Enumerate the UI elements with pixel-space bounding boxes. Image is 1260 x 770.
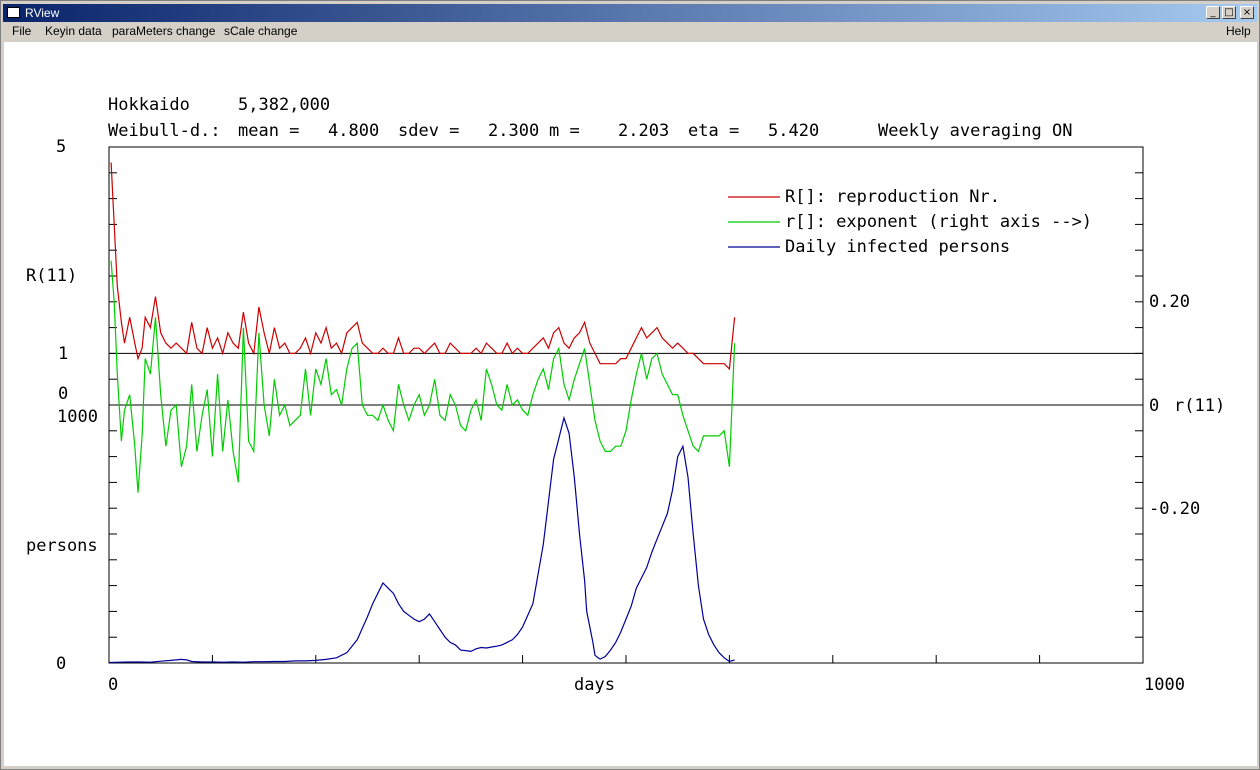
weibull-label: Weibull-d.:	[108, 121, 221, 141]
sdev-label: sdev =	[398, 121, 459, 141]
app-icon	[7, 7, 20, 18]
r-tick-0: 0	[58, 384, 68, 404]
population-value: 5,382,000	[238, 95, 330, 115]
menu-parameters-change[interactable]: paraMeters change	[112, 24, 215, 38]
eta-label: eta =	[688, 121, 739, 141]
legend-label-reproduction: R[]: reproduction Nr.	[785, 187, 1000, 207]
maximize-button[interactable]: □	[1222, 6, 1236, 19]
menu-file[interactable]: File	[12, 24, 31, 38]
r-tick-1: 1	[58, 344, 68, 364]
series-line-infected	[108, 415, 735, 664]
persons-axis-label: persons	[26, 536, 98, 556]
region-name: Hokkaido	[108, 95, 190, 115]
persons-tick-0: 0	[56, 654, 66, 674]
right-axis-label: r(11)	[1174, 396, 1225, 416]
menu-keyin-data[interactable]: Keyin data	[45, 24, 102, 38]
series-line-reproduction	[110, 162, 736, 371]
minimize-button[interactable]: _	[1206, 6, 1220, 19]
averaging-status: Weekly averaging ON	[878, 121, 1072, 141]
right-tick-0: 0	[1149, 396, 1159, 416]
legend-label-exponent: r[]: exponent (right axis -->)	[785, 212, 1092, 232]
right-tick-0.20: 0.20	[1149, 292, 1190, 312]
close-button[interactable]: ×	[1240, 6, 1254, 19]
menu-bar: File Keyin data paraMeters change sCale …	[3, 23, 1257, 41]
persons-tick-1000: 1000	[57, 407, 98, 427]
chart-svg: Hokkaido 5,382,000 Weibull-d.: mean = 4.…	[26, 95, 1225, 695]
right-tick-minus-0.20: -0.20	[1149, 499, 1200, 519]
sdev-value: 2.300	[488, 121, 539, 141]
menu-help[interactable]: Help	[1226, 24, 1251, 38]
x-axis-label: days	[574, 675, 615, 695]
legend: R[]: reproduction Nr. r[]: exponent (rig…	[728, 187, 1092, 257]
legend-label-infected: Daily infected persons	[785, 237, 1010, 257]
r-axis-label: R(11)	[26, 266, 77, 286]
rview-window: RView _ □ × File Keyin data paraMeters c…	[0, 0, 1260, 770]
x-tick-0: 0	[108, 675, 118, 695]
menu-scale-change[interactable]: sCale change	[224, 24, 297, 38]
x-tick-1000: 1000	[1144, 675, 1185, 695]
eta-value: 5.420	[768, 121, 819, 141]
series-line-exponent	[110, 260, 736, 493]
r-tick-5: 5	[56, 137, 66, 157]
mean-value: 4.800	[328, 121, 379, 141]
m-label: m =	[549, 121, 580, 141]
mean-label: mean =	[238, 121, 299, 141]
m-value: 2.203	[618, 121, 669, 141]
window-title: RView	[25, 6, 60, 20]
title-bar[interactable]: RView _ □ ×	[3, 4, 1257, 22]
plot-canvas: Hokkaido 5,382,000 Weibull-d.: mean = 4.…	[4, 42, 1257, 766]
